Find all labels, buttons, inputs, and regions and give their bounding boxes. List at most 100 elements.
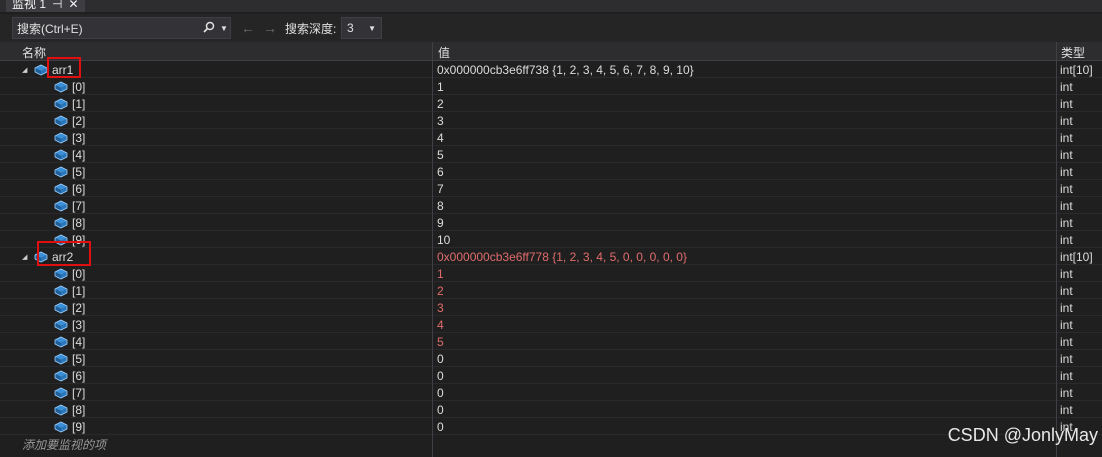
- variable-value[interactable]: 1: [437, 80, 444, 94]
- add-watch-placeholder[interactable]: 添加要监视的项: [22, 436, 106, 453]
- watch-row-element[interactable]: [5] 6 int: [0, 163, 1102, 180]
- variable-value[interactable]: 0: [437, 386, 444, 400]
- search-depth-label: 搜索深度:: [285, 22, 337, 36]
- watch-row-element[interactable]: [6] 7 int: [0, 180, 1102, 197]
- watch-row-element[interactable]: [1] 2 int: [0, 95, 1102, 112]
- variable-type: int: [1060, 114, 1073, 128]
- row-name-cell: [1]: [54, 97, 85, 111]
- variable-value[interactable]: 2: [437, 284, 444, 298]
- watch-row-element[interactable]: [2] 3 int: [0, 112, 1102, 129]
- variable-cube-icon: [54, 98, 68, 110]
- variable-value[interactable]: 6: [437, 165, 444, 179]
- variable-value[interactable]: 3: [437, 114, 444, 128]
- variable-value[interactable]: 0: [437, 352, 444, 366]
- search-options-dropdown[interactable]: ▼: [220, 24, 230, 33]
- row-name-cell: [7]: [54, 386, 85, 400]
- variable-value[interactable]: 7: [437, 182, 444, 196]
- search-input[interactable]: 搜索(Ctrl+E): [13, 20, 198, 37]
- variable-type: int: [1060, 301, 1073, 315]
- column-header-name[interactable]: 名称: [22, 44, 46, 61]
- variable-name: [3]: [72, 318, 86, 332]
- variable-value[interactable]: 1: [437, 267, 444, 281]
- search-icon[interactable]: [198, 21, 220, 36]
- row-name-cell: [4]: [54, 335, 85, 349]
- variable-cube-icon: [54, 115, 68, 127]
- column-header-value[interactable]: 值: [438, 44, 450, 61]
- row-name-cell: [3]: [54, 131, 85, 145]
- chevron-down-icon: ▼: [368, 23, 376, 33]
- variable-value[interactable]: 3: [437, 301, 444, 315]
- variable-value[interactable]: 5: [437, 148, 444, 162]
- watch-row-element[interactable]: [0] 1 int: [0, 78, 1102, 95]
- watch-row-element[interactable]: [8] 0 int: [0, 401, 1102, 418]
- column-divider[interactable]: [432, 42, 433, 457]
- watch-toolbar: 搜索(Ctrl+E) ▼ ← → 搜索深度: 3 ▼: [0, 14, 1102, 42]
- watch-row-element[interactable]: [6] 0 int: [0, 367, 1102, 384]
- tab-title: 监视 1: [12, 0, 47, 11]
- pin-icon[interactable]: ⊣: [52, 0, 62, 11]
- watch-row-element[interactable]: [2] 3 int: [0, 299, 1102, 316]
- variable-value[interactable]: 4: [437, 131, 444, 145]
- variable-cube-icon: [54, 217, 68, 229]
- variable-value[interactable]: 0: [437, 403, 444, 417]
- tab-watch-1[interactable]: 监视 1 ⊣ ✕: [6, 0, 85, 12]
- grid-header: 名称 值 类型: [0, 42, 1102, 61]
- variable-type: int: [1060, 97, 1073, 111]
- variable-value[interactable]: 0: [437, 420, 444, 434]
- search-depth-value: 3: [347, 21, 354, 35]
- variable-value[interactable]: 4: [437, 318, 444, 332]
- watch-row-element[interactable]: [9] 10 int: [0, 231, 1102, 248]
- variable-cube-icon: [54, 319, 68, 331]
- variable-value[interactable]: 0x000000cb3e6ff738 {1, 2, 3, 4, 5, 6, 7,…: [437, 63, 694, 77]
- watch-row-element[interactable]: [4] 5 int: [0, 146, 1102, 163]
- variable-name: [4]: [72, 335, 86, 349]
- variable-type: int: [1060, 386, 1073, 400]
- search-box[interactable]: 搜索(Ctrl+E) ▼: [12, 17, 231, 39]
- watch-row-array[interactable]: ◢ arr1 0x000000cb3e6ff738 {1, 2, 3, 4, 5, …: [0, 61, 1102, 78]
- variable-name: [7]: [72, 386, 86, 400]
- row-name-cell: [6]: [54, 182, 85, 196]
- variable-value[interactable]: 0: [437, 369, 444, 383]
- watch-row-element[interactable]: [4] 5 int: [0, 333, 1102, 350]
- variable-cube-icon: [54, 336, 68, 348]
- row-name-cell: [2]: [54, 114, 85, 128]
- expand-triangle-icon[interactable]: ◢: [22, 253, 30, 261]
- variable-cube-icon: [54, 166, 68, 178]
- variable-type: int: [1060, 182, 1073, 196]
- search-depth-select[interactable]: 3 ▼: [341, 17, 382, 39]
- watch-row-element[interactable]: [5] 0 int: [0, 350, 1102, 367]
- variable-name: [3]: [72, 131, 86, 145]
- column-divider[interactable]: [1056, 42, 1057, 457]
- variable-value[interactable]: 0x000000cb3e6ff778 {1, 2, 3, 4, 5, 0, 0,…: [437, 250, 687, 264]
- row-name-cell: [1]: [54, 284, 85, 298]
- variable-name: [5]: [72, 352, 86, 366]
- variable-value[interactable]: 5: [437, 335, 444, 349]
- highlight-box-arr2: [37, 241, 91, 266]
- watch-row-element[interactable]: [0] 1 int: [0, 265, 1102, 282]
- variable-value[interactable]: 9: [437, 216, 444, 230]
- variable-cube-icon: [54, 81, 68, 93]
- close-icon[interactable]: ✕: [68, 0, 78, 11]
- back-arrow-icon[interactable]: ←: [241, 20, 255, 36]
- forward-arrow-icon[interactable]: →: [263, 20, 277, 36]
- watch-row-element[interactable]: [9] 0 int: [0, 418, 1102, 435]
- watch-row-array[interactable]: ◢ arr2 0x000000cb3e6ff778 {1, 2, 3, 4, 5, …: [0, 248, 1102, 265]
- watch-row-element[interactable]: [7] 8 int: [0, 197, 1102, 214]
- watch-row-element[interactable]: [7] 0 int: [0, 384, 1102, 401]
- row-name-cell: [2]: [54, 301, 85, 315]
- watch-row-element[interactable]: [8] 9 int: [0, 214, 1102, 231]
- variable-type: int: [1060, 369, 1073, 383]
- variable-value[interactable]: 2: [437, 97, 444, 111]
- variable-name: [4]: [72, 148, 86, 162]
- watch-row-element[interactable]: [3] 4 int: [0, 129, 1102, 146]
- add-watch-row[interactable]: 添加要监视的项: [0, 434, 1102, 454]
- column-header-type[interactable]: 类型: [1061, 44, 1085, 61]
- variable-value[interactable]: 8: [437, 199, 444, 213]
- variable-name: [6]: [72, 182, 86, 196]
- expand-triangle-icon[interactable]: ◢: [22, 66, 30, 74]
- tab-strip: 监视 1 ⊣ ✕: [0, 0, 1102, 12]
- watch-row-element[interactable]: [3] 4 int: [0, 316, 1102, 333]
- variable-value[interactable]: 10: [437, 233, 450, 247]
- variable-cube-icon: [54, 370, 68, 382]
- watch-row-element[interactable]: [1] 2 int: [0, 282, 1102, 299]
